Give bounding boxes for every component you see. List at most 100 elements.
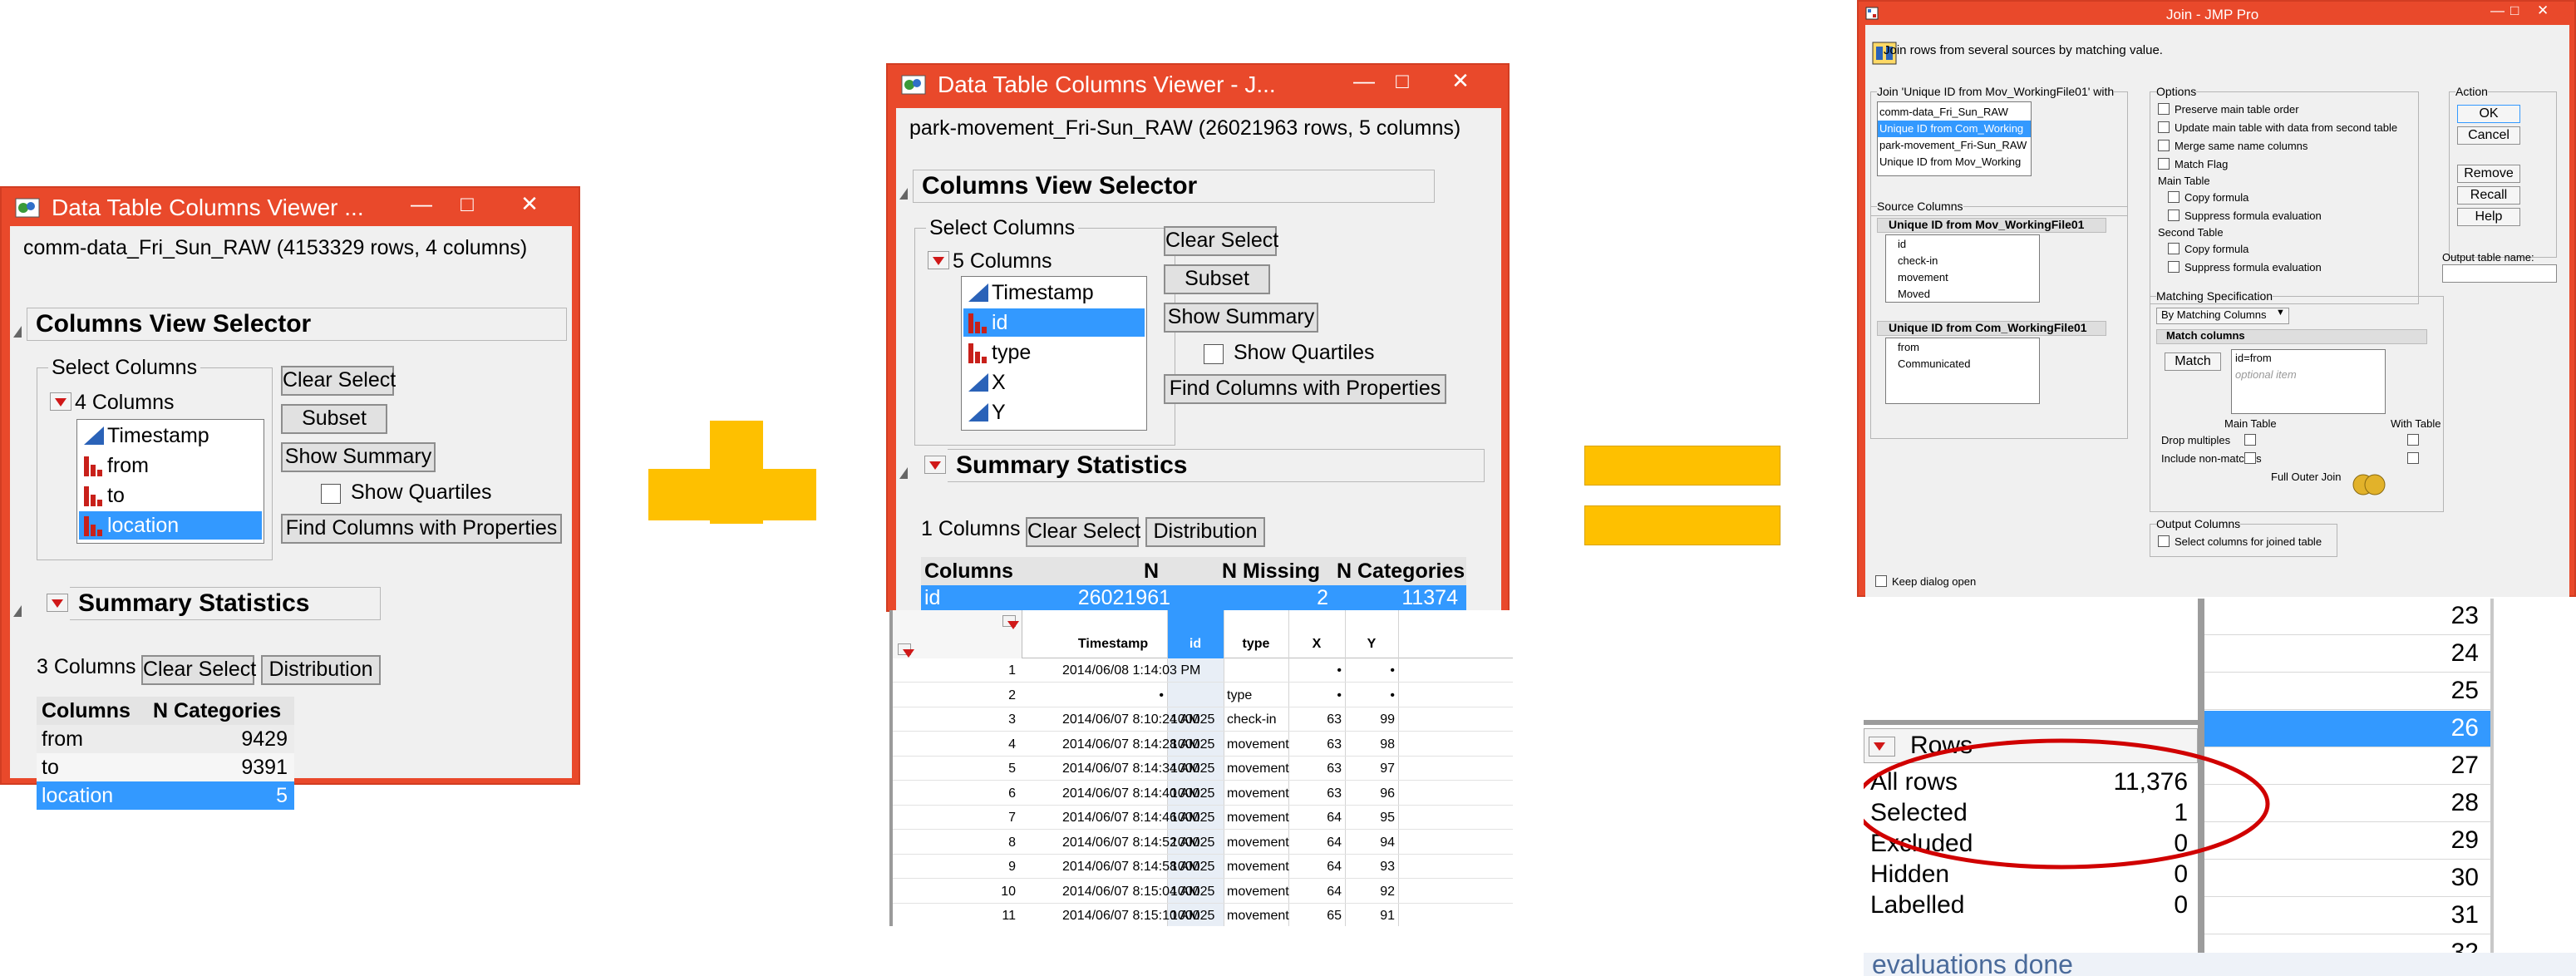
- row-number[interactable]: 6: [893, 786, 1016, 801]
- find-columns-button[interactable]: Find Columns with Properties: [1164, 374, 1446, 404]
- table-cell[interactable]: 2014/06/07 8:14:58 AM: [1062, 860, 1199, 875]
- maximize-icon[interactable]: □: [2510, 2, 2519, 19]
- table-cell[interactable]: movement: [1227, 762, 1289, 776]
- row-number[interactable]: 7: [893, 811, 1016, 826]
- column-item-timestamp[interactable]: Timestamp: [79, 421, 262, 450]
- drop-multiples-main-checkbox[interactable]: [2244, 434, 2256, 446]
- table-cell[interactable]: movement: [1227, 836, 1289, 850]
- column-item-to[interactable]: to: [79, 481, 262, 510]
- summary-red-triangle-icon[interactable]: [924, 456, 946, 474]
- table-cell[interactable]: 100025: [1170, 885, 1220, 900]
- summary-clear-select-button[interactable]: Clear Select: [141, 655, 256, 685]
- minimize-icon[interactable]: —: [2490, 2, 2505, 19]
- match-expression[interactable]: id=from: [2235, 352, 2272, 364]
- outline-disclosure-icon[interactable]: [13, 605, 22, 617]
- subset-button[interactable]: Subset: [1164, 264, 1270, 294]
- table-cell[interactable]: 93: [1348, 860, 1395, 875]
- row-number[interactable]: 8: [893, 836, 1016, 850]
- row-number[interactable]: 4: [893, 737, 1016, 752]
- columns-list[interactable]: Timestamp from to location: [76, 419, 264, 544]
- row-number[interactable]: 3: [893, 712, 1016, 727]
- table-cell[interactable]: 63: [1292, 737, 1342, 752]
- maximize-icon[interactable]: □: [1390, 68, 1415, 95]
- distribution-button[interactable]: Distribution: [1145, 517, 1265, 547]
- distribution-button[interactable]: Distribution: [261, 655, 381, 685]
- row-number[interactable]: 11: [893, 909, 1016, 924]
- row-number[interactable]: 1: [893, 663, 1016, 678]
- window-titlebar[interactable]: Join - JMP Pro — □ ✕: [1859, 2, 2574, 25]
- table-cell[interactable]: •: [1292, 688, 1342, 703]
- drop-multiples-with-checkbox[interactable]: [2407, 434, 2419, 446]
- table-cell[interactable]: 63: [1292, 786, 1342, 801]
- update-main-checkbox[interactable]: [2158, 121, 2170, 133]
- table-cell[interactable]: •: [1348, 688, 1395, 703]
- column-item-timestamp[interactable]: Timestamp: [963, 279, 1145, 307]
- window-titlebar[interactable]: Data Table Columns Viewer - J... — □ ✕: [888, 65, 1508, 103]
- source-column-item[interactable]: Moved: [1898, 287, 1930, 302]
- rows-red-triangle-icon[interactable]: [898, 643, 914, 658]
- ok-button[interactable]: OK: [2457, 105, 2520, 123]
- match-flag-checkbox[interactable]: [2158, 158, 2170, 170]
- include-non-with-checkbox[interactable]: [2407, 452, 2419, 464]
- main-copy-formula-checkbox[interactable]: [2168, 191, 2180, 203]
- table-cell[interactable]: 2014/06/07 8:14:28 AM: [1062, 737, 1199, 752]
- table-cell[interactable]: 64: [1292, 811, 1342, 826]
- close-icon[interactable]: ✕: [500, 191, 559, 218]
- row-number[interactable]: 5: [893, 762, 1016, 776]
- source-column-item[interactable]: movement: [1898, 270, 1948, 285]
- table-cell[interactable]: 100025: [1170, 737, 1220, 752]
- table-cell[interactable]: 100025: [1170, 712, 1220, 727]
- columns-list[interactable]: Timestamp id type X Y: [961, 276, 1147, 431]
- table-cell[interactable]: 91: [1348, 909, 1395, 924]
- summary-red-triangle-icon[interactable]: [47, 594, 68, 612]
- column-item-type[interactable]: type: [963, 338, 1145, 367]
- minimize-icon[interactable]: —: [1352, 68, 1377, 95]
- match-button[interactable]: Match: [2165, 352, 2221, 371]
- table-cell[interactable]: 65: [1292, 909, 1342, 924]
- table-cell[interactable]: 96: [1348, 786, 1395, 801]
- source2-list[interactable]: from Communicated: [1885, 338, 2040, 404]
- table-cell[interactable]: movement: [1227, 909, 1289, 924]
- table-item[interactable]: Unique ID from Com_Working: [1879, 121, 2023, 137]
- table-cell[interactable]: •: [1062, 688, 1164, 703]
- table-cell[interactable]: 2014/06/07 8:14:40 AM: [1062, 786, 1199, 801]
- remove-button[interactable]: Remove: [2457, 165, 2520, 183]
- table-cell[interactable]: 99: [1348, 712, 1395, 727]
- table-cell[interactable]: 2014/06/07 8:15:10 AM: [1062, 909, 1199, 924]
- row-number[interactable]: 2: [893, 688, 1016, 703]
- match-expression-list[interactable]: id=from optional item: [2231, 349, 2386, 414]
- clear-select-button[interactable]: Clear Select: [281, 366, 396, 396]
- source-column-item[interactable]: Communicated: [1898, 357, 1970, 372]
- main-suppress-checkbox[interactable]: [2168, 209, 2180, 221]
- table-cell[interactable]: movement: [1227, 786, 1289, 801]
- close-icon[interactable]: ✕: [2537, 2, 2549, 19]
- window-titlebar[interactable]: Data Table Columns Viewer ... — □ ✕: [2, 188, 579, 226]
- table-cell[interactable]: check-in: [1227, 712, 1285, 727]
- second-copy-formula-checkbox[interactable]: [2168, 243, 2180, 254]
- minimize-icon[interactable]: —: [409, 191, 434, 218]
- columns-menu-red-triangle-icon[interactable]: [928, 251, 949, 269]
- table-cell[interactable]: 63: [1292, 712, 1342, 727]
- column-item-id[interactable]: id: [963, 308, 1145, 337]
- close-icon[interactable]: ✕: [1431, 68, 1490, 95]
- find-columns-button[interactable]: Find Columns with Properties: [281, 514, 562, 544]
- table-cell[interactable]: 2014/06/07 8:10:24 AM: [1062, 712, 1199, 727]
- column-item-from[interactable]: from: [79, 451, 262, 480]
- source-column-item[interactable]: id: [1898, 237, 1906, 252]
- summary-clear-select-button[interactable]: Clear Select: [1026, 517, 1140, 547]
- table-cell[interactable]: 2014/06/07 8:14:46 AM: [1062, 811, 1199, 826]
- column-item-y[interactable]: Y: [963, 398, 1145, 426]
- table-cell[interactable]: 64: [1292, 860, 1342, 875]
- row-number[interactable]: 9: [893, 860, 1016, 875]
- table-cell[interactable]: •: [1292, 663, 1342, 678]
- table-cell[interactable]: 97: [1348, 762, 1395, 776]
- help-button[interactable]: Help: [2457, 208, 2520, 226]
- subset-button[interactable]: Subset: [281, 404, 387, 434]
- table-item[interactable]: comm-data_Fri_Sun_RAW: [1879, 104, 2008, 121]
- table-item[interactable]: Unique ID from Mov_Working: [1879, 154, 2021, 170]
- column-header[interactable]: Timestamp: [1059, 637, 1167, 652]
- table-cell[interactable]: 95: [1348, 811, 1395, 826]
- select-joined-checkbox[interactable]: [2158, 535, 2170, 547]
- clear-select-button[interactable]: Clear Select: [1164, 226, 1278, 256]
- table-cell[interactable]: 92: [1348, 885, 1395, 900]
